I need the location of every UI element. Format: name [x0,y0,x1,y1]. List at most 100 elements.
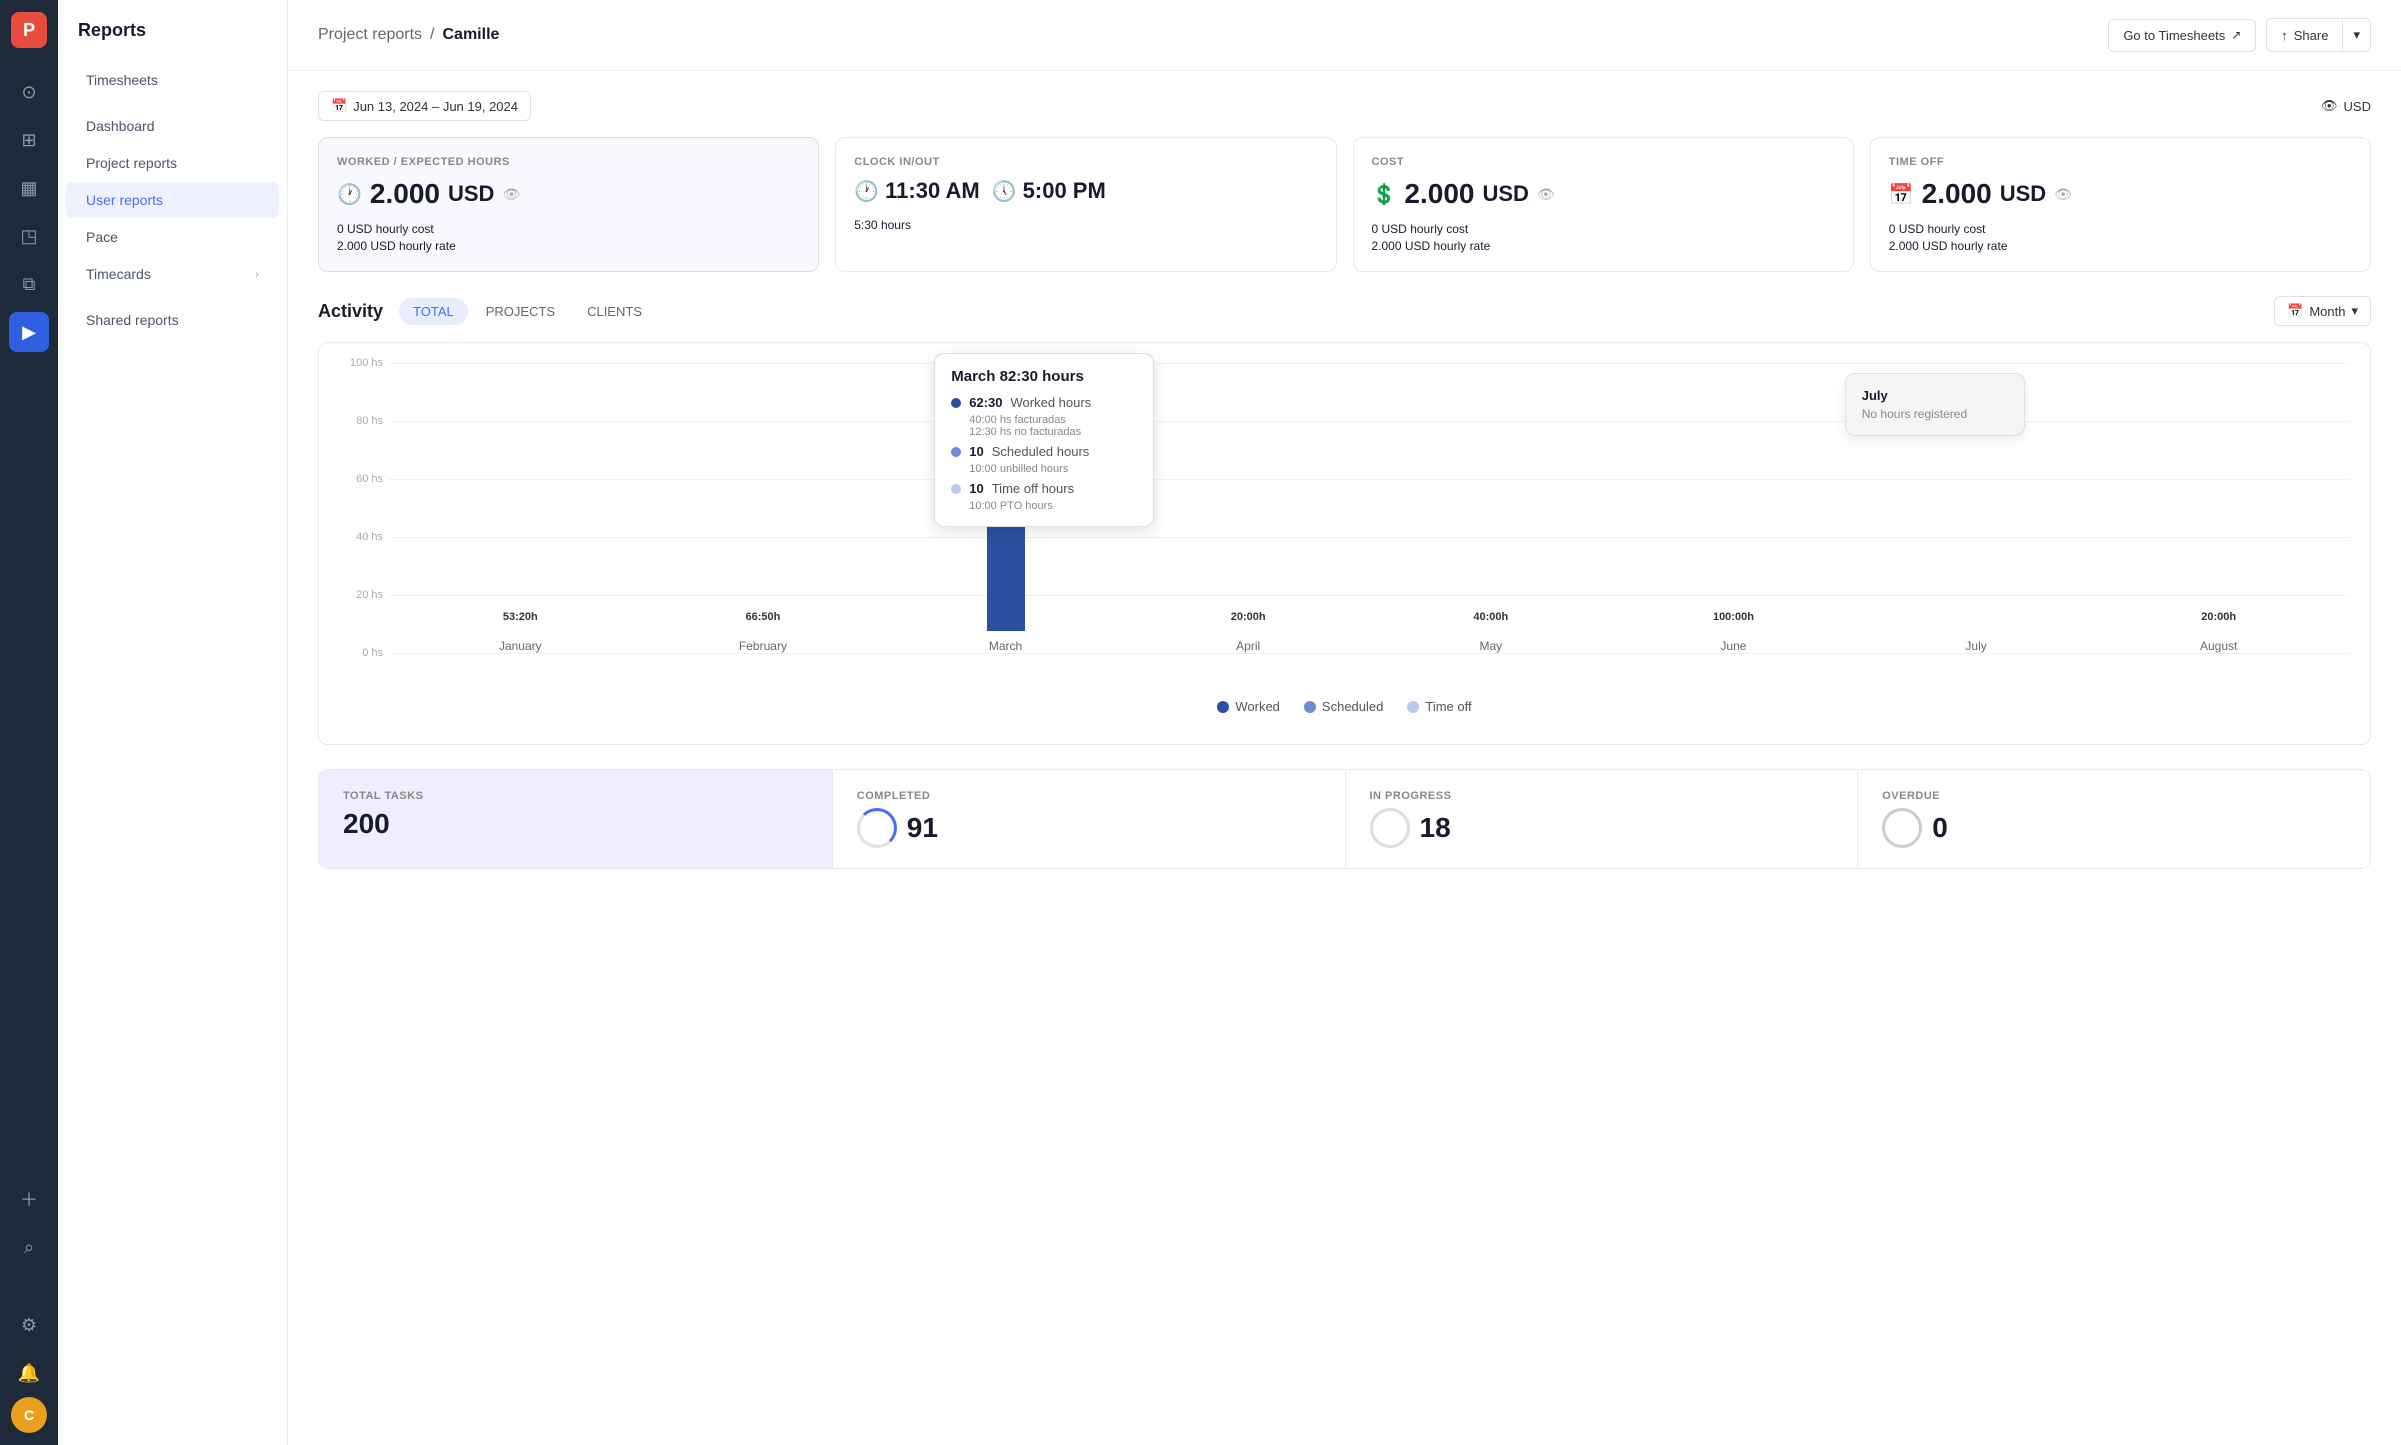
completed-circle-icon [857,808,897,848]
tab-projects[interactable]: PROJECTS [472,298,569,325]
currency-selector[interactable]: 👁 USD [2321,98,2371,114]
sidebar-item-project-reports[interactable]: Project reports [66,145,279,181]
completed-stat: COMPLETED 91 [832,770,1345,868]
time-off-sub1: 0 USD hourly cost [1889,222,2352,236]
cost-icon: 💲 [1372,182,1397,207]
tab-clients[interactable]: CLIENTS [573,298,656,325]
bar-group-july: July July No hours registered [1855,363,2098,653]
worked-eye-icon[interactable]: 👁 [502,186,520,203]
tooltip-timeoff-label: Time off hours [992,481,1074,496]
cost-eye-icon[interactable]: 👁 [1537,186,1555,203]
tooltip-worked-dot [951,398,961,408]
clock-inout-card: CLOCK IN/OUT 🕐 11:30 AM 🕔 5:00 PM 5:30 h… [835,137,1336,272]
nav-search-icon[interactable]: ⌕ [9,1227,49,1267]
bar-may-label: 40:00h [1473,611,1508,623]
timecards-arrow-icon: › [255,267,259,281]
nav-notification-icon[interactable]: 🔔 [9,1353,49,1393]
clock-in-time: 11:30 AM [885,178,980,204]
calendar-icon: 📅 [331,98,347,114]
bar-january-label: 53:20h [503,611,538,623]
bars-area: 53:20h January 66:50h February [389,363,2350,653]
nav-plus-icon[interactable]: ＋ [9,1179,49,1219]
breadcrumb: Project reports / Camille [318,26,499,44]
overdue-value: 0 [1932,812,1948,844]
goto-timesheets-button[interactable]: Go to Timesheets ↗ [2108,19,2256,52]
calendar-filter-icon: 📅 [2287,303,2303,319]
completed-value: 91 [907,812,938,844]
nav-settings-icon[interactable]: ⚙ [9,1305,49,1345]
date-range-selector[interactable]: 📅 Jun 13, 2024 – Jun 19, 2024 [318,91,531,121]
time-off-currency: USD [2000,181,2046,207]
breadcrumb-root[interactable]: Project reports [318,26,422,44]
nav-chart-icon[interactable]: ▦ [9,168,49,208]
tooltip-worked-sub2: 12:30 hs no facturadas [969,426,1137,438]
legend-scheduled-dot [1304,701,1316,713]
logo-icon[interactable]: P [11,12,47,48]
sidebar-item-timesheets[interactable]: Timesheets [66,62,279,98]
user-avatar[interactable]: C [11,1397,47,1433]
activity-tabs: TOTAL PROJECTS CLIENTS [399,298,656,325]
nav-folder-icon[interactable]: ⊞ [9,120,49,160]
date-range-label: Jun 13, 2024 – Jun 19, 2024 [353,99,518,114]
activity-title: Activity [318,301,383,322]
clock-hours: 5:30 hours [854,218,1317,232]
y-label-60: 60 hs [339,473,383,485]
upload-icon: ↑ [2281,28,2288,43]
goto-label: Go to Timesheets [2123,28,2225,43]
x-label-march: March [989,639,1022,653]
tab-total[interactable]: TOTAL [399,298,468,325]
reports-title: Reports [58,20,287,61]
month-filter-arrow: ▾ [2351,303,2358,319]
clock-out-time: 5:00 PM [1023,178,1106,204]
time-off-eye-icon[interactable]: 👁 [2054,186,2072,203]
overdue-circle-icon [1882,808,1922,848]
main-header: Project reports / Camille Go to Timeshee… [288,0,2401,71]
overdue-stat: OVERDUE 0 [1857,770,2370,868]
play-button[interactable]: ▶ [9,312,49,352]
in-progress-circle-icon [1370,808,1410,848]
bar-group-april: 20:00h April [1127,363,1370,653]
tooltip-worked-label: Worked hours [1011,395,1092,410]
sidebar-item-shared-reports[interactable]: Shared reports [66,302,279,338]
activity-header: Activity TOTAL PROJECTS CLIENTS 📅 Month … [318,296,2371,326]
sidebar-item-user-reports[interactable]: User reports [66,182,279,218]
currency-label: USD [2344,99,2371,114]
legend-scheduled-label: Scheduled [1322,699,1383,714]
main-content: Project reports / Camille Go to Timeshee… [288,0,2401,1445]
x-label-july: July [1965,639,1986,653]
nav-clipboard-icon[interactable]: ⧉ [9,264,49,304]
worked-label: WORKED / EXPECTED HOURS [337,156,800,168]
nav-ruler-icon[interactable]: ◳ [9,216,49,256]
cost-currency: USD [1482,181,1528,207]
sidebar-item-timecards[interactable]: Timecards › [66,256,279,292]
total-tasks-stat: TOTAL TASKS 200 [319,770,832,868]
share-dropdown-arrow[interactable]: ▾ [2343,19,2370,51]
tooltip-scheduled-row: 10 Scheduled hours [951,444,1137,459]
bottom-stats: TOTAL TASKS 200 COMPLETED 91 IN PROGRESS… [318,769,2371,869]
time-off-value: 2.000 [1922,178,1992,210]
worked-hours-card: WORKED / EXPECTED HOURS 🕐 2.000 USD 👁 0 … [318,137,819,272]
legend-worked: Worked [1217,699,1280,714]
sidebar-item-dashboard[interactable]: Dashboard [66,108,279,144]
worked-sub2: 2.000 USD hourly rate [337,239,800,253]
y-label-0: 0 hs [339,647,383,659]
y-label-100: 100 hs [339,357,383,369]
cost-sub2: 2.000 USD hourly rate [1372,239,1835,253]
clock-label: CLOCK IN/OUT [854,156,1317,168]
month-selector[interactable]: 📅 Month ▾ [2274,296,2371,326]
cost-label: COST [1372,156,1835,168]
tooltip-worked-sub1: 40:00 hs facturadas [969,414,1137,426]
bar-june-label: 100:00h [1713,611,1754,623]
tooltip-title: March 82:30 hours [951,368,1137,385]
chart-inner: 100 hs 80 hs 60 hs 40 hs 20 hs 0 hs [339,363,2350,683]
clock-in-icon: 🕐 [854,179,879,204]
tooltip-scheduled-label: Scheduled hours [992,444,1090,459]
share-main[interactable]: ↑ Share [2267,20,2343,51]
time-off-icon: 📅 [1889,182,1914,207]
sidebar-item-pace[interactable]: Pace [66,219,279,255]
nav-timesheets-icon[interactable]: ⊙ [9,72,49,112]
july-tooltip-title: July [1862,388,2008,403]
share-button[interactable]: ↑ Share ▾ [2266,18,2371,52]
header-actions: Go to Timesheets ↗ ↑ Share ▾ [2108,18,2371,52]
x-label-february: February [739,639,787,653]
